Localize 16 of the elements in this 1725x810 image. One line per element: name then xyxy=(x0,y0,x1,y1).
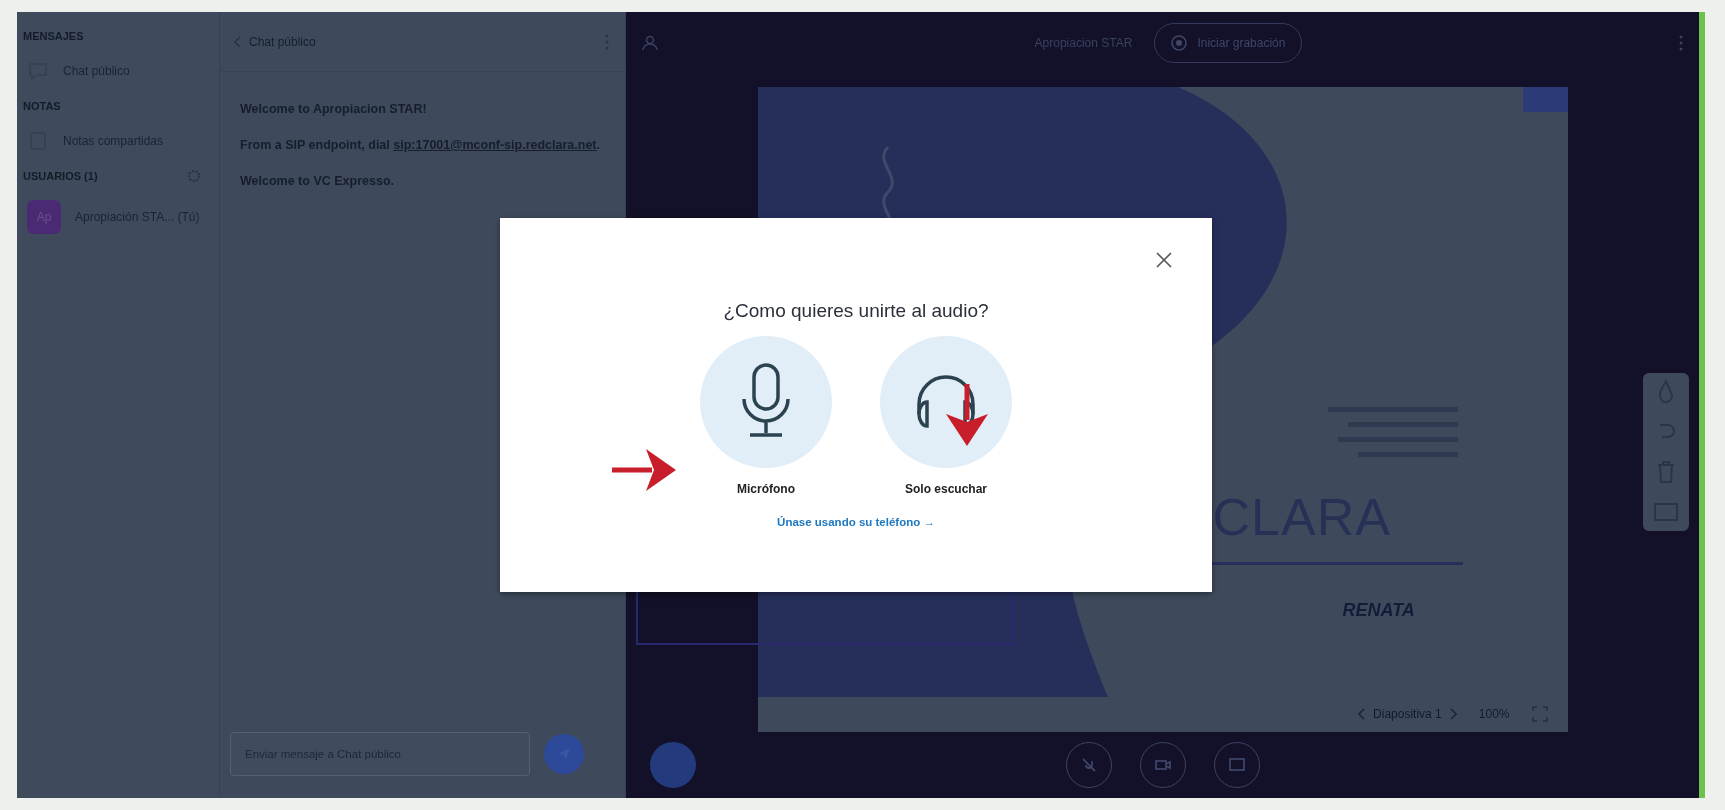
dialog-title: ¿Como quieres unirte al audio? xyxy=(723,300,989,322)
audio-option-button[interactable]: Solo escuchar xyxy=(876,336,1016,496)
muted-microphone-icon xyxy=(1079,755,1098,774)
record-icon xyxy=(1171,35,1188,52)
user-icon[interactable] xyxy=(642,35,658,52)
more-options-icon[interactable] xyxy=(1679,35,1683,52)
annotation-arrow-icon xyxy=(612,447,678,493)
audio-option-button[interactable]: Micrófono xyxy=(696,336,836,496)
actions-button[interactable] xyxy=(650,741,696,788)
previous-chevron-icon[interactable] xyxy=(1358,708,1366,721)
screen-icon xyxy=(1227,755,1246,774)
next-chevron-icon[interactable] xyxy=(1449,708,1457,721)
close-icon xyxy=(1156,252,1172,268)
send-button[interactable] xyxy=(544,734,584,774)
annotation-arrow-icon xyxy=(944,384,990,448)
phone-link[interactable]: Únase usando su teléfono → xyxy=(777,516,935,528)
